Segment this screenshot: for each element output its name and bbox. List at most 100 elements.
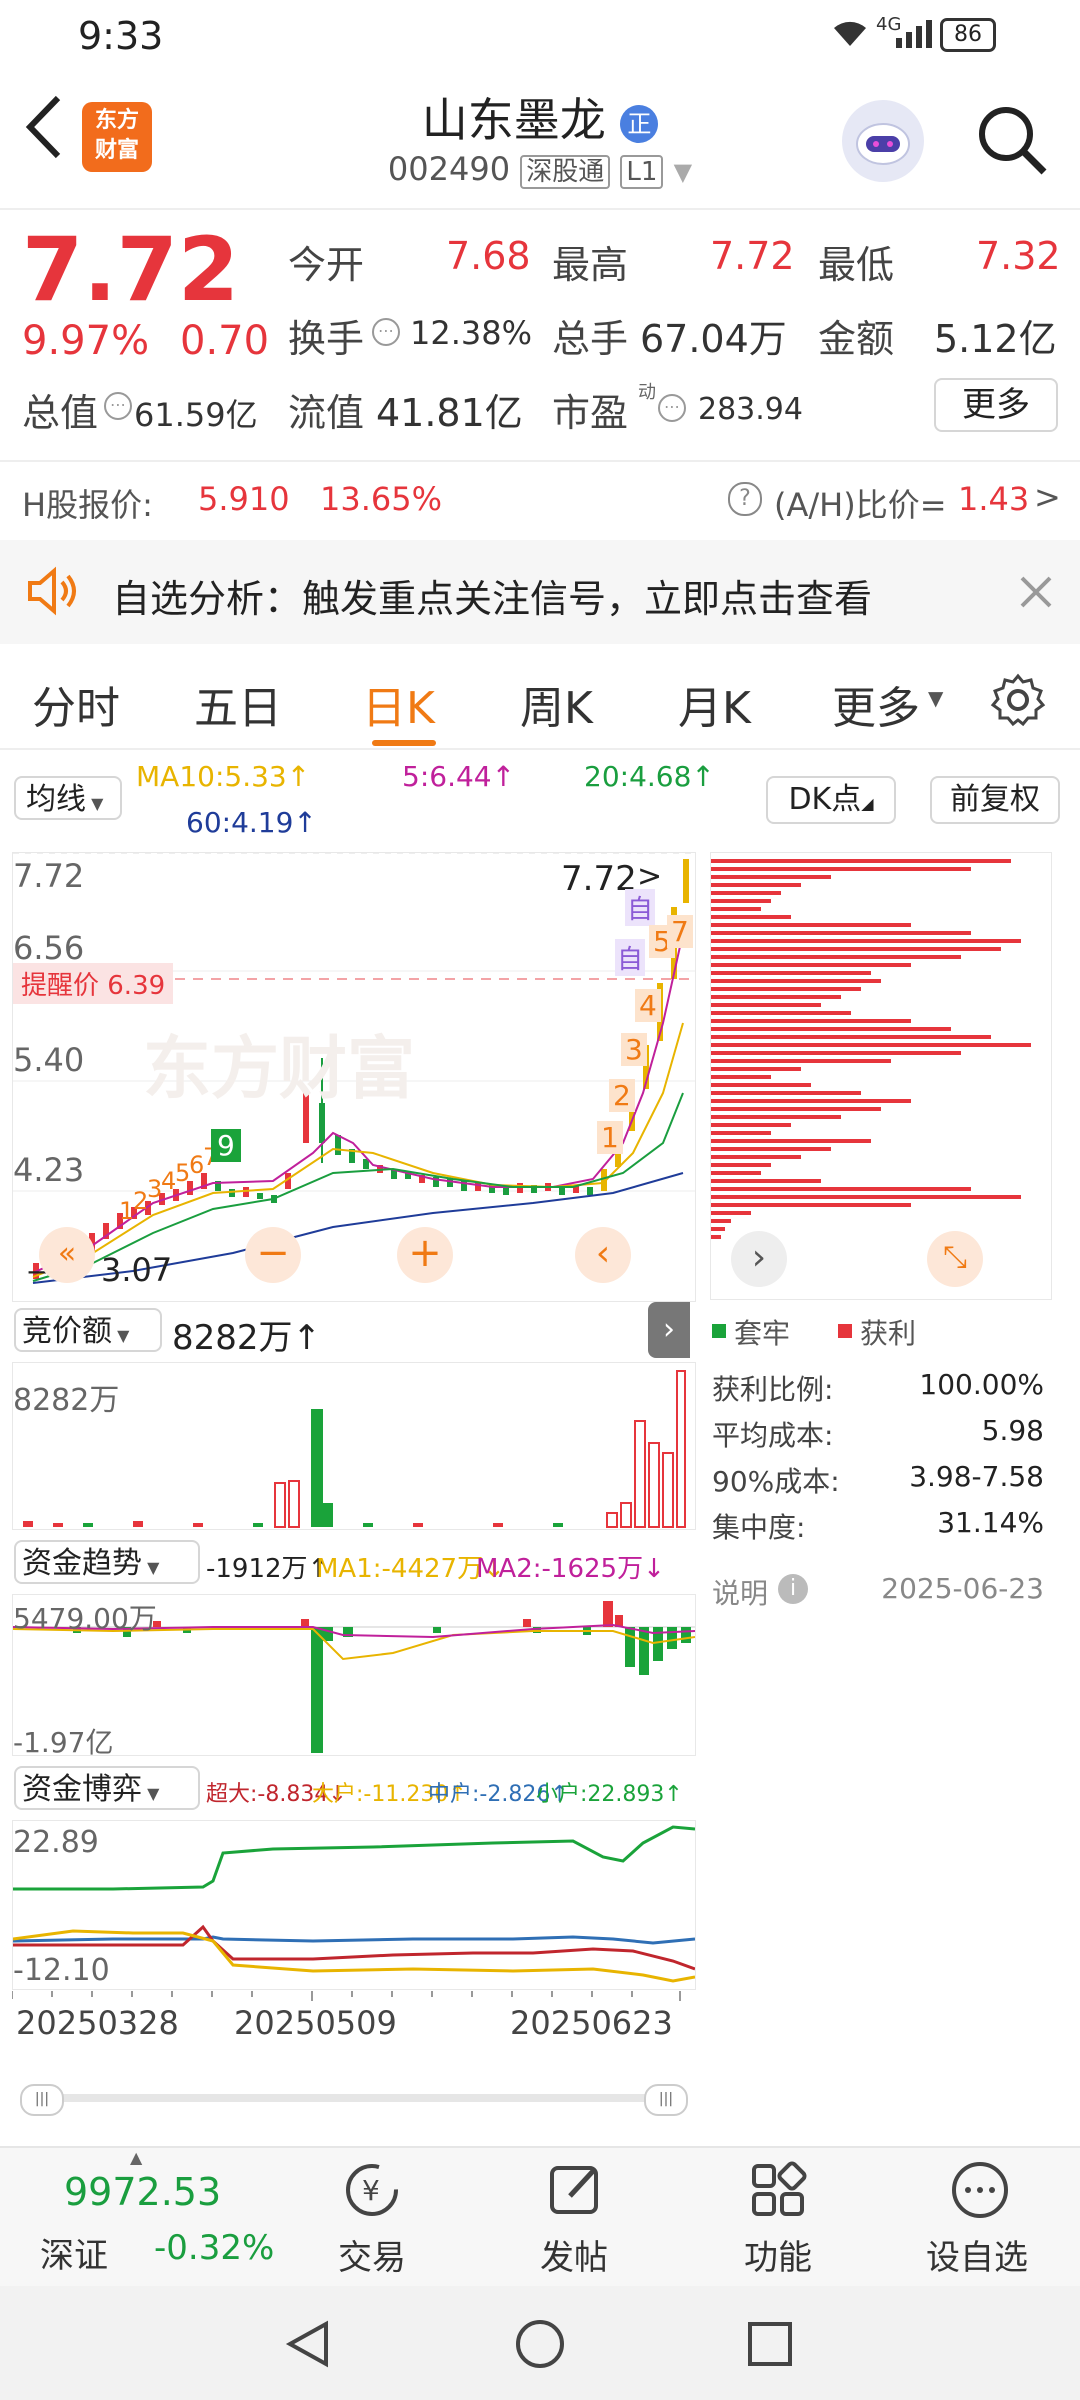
fund-game-chart[interactable]: 22.89 -12.10 xyxy=(12,1820,696,1990)
fund-trend-chart[interactable]: 5479.00万 -1.97亿 xyxy=(12,1594,696,1759)
chip-value-2: 3.98-7.58 xyxy=(909,1460,1044,1493)
nav-back-icon[interactable] xyxy=(282,2318,334,2374)
seq-mark-5: 5 xyxy=(175,1159,191,1187)
zoom-in-button[interactable]: + xyxy=(397,1227,453,1283)
bottom-toolbar: ▲ 9972.53 深证 -0.32% ¥ 交易 发帖 功能 设自选 xyxy=(0,2146,1080,2286)
pe-label: 市盈 xyxy=(552,391,629,435)
fund-trend-selector[interactable]: 资金趋势 ▼ xyxy=(14,1540,200,1584)
ma60-legend: 60:4.19↑ xyxy=(186,806,317,839)
zoom-out-button[interactable]: − xyxy=(245,1227,301,1283)
assistant-robot-icon[interactable] xyxy=(842,100,924,182)
tab-five-day[interactable]: 五日 xyxy=(194,672,282,736)
seq-mark-4: 4 xyxy=(161,1167,177,1195)
svg-text:¥: ¥ xyxy=(362,2174,380,2207)
ma-selector[interactable]: 均线 ▼ xyxy=(14,776,122,820)
auction-selector[interactable]: 竞价额 ▼ xyxy=(14,1308,162,1352)
ma-selector-label: 均线 xyxy=(26,782,86,817)
y-label-top: 7.72 xyxy=(13,857,85,895)
chip-label-1: 平均成本: xyxy=(712,1419,834,1452)
auction-chart[interactable]: 8282万 xyxy=(12,1362,696,1530)
fund-trend-selector-label: 资金趋势 xyxy=(22,1546,142,1581)
hshare-row[interactable]: H股报价: 5.910 13.65% ? (A/H)比价= 1.43 > xyxy=(0,460,1080,538)
volume-label: 总手 xyxy=(552,317,629,361)
fund-game-lines xyxy=(12,1825,696,1983)
tab-monthly-k[interactable]: 月K xyxy=(678,672,751,736)
fund-game-selector[interactable]: 资金博弈 ▼ xyxy=(14,1766,200,1810)
nav-home-icon[interactable] xyxy=(514,2318,566,2374)
expand-icon[interactable]: ⤡ xyxy=(927,1231,983,1287)
trapped-swatch xyxy=(712,1324,726,1338)
add-watchlist-label[interactable]: 设自选 xyxy=(926,2230,1028,2279)
tab-daily-k[interactable]: 日K xyxy=(362,672,435,736)
range-handle-right[interactable]: ||| xyxy=(644,2084,688,2116)
chip-label-2: 90%成本: xyxy=(712,1465,840,1498)
chip-distribution[interactable]: › ⤡ xyxy=(710,852,1052,1300)
info-icon[interactable]: ⋯ xyxy=(104,392,132,420)
function-label[interactable]: 功能 xyxy=(744,2230,812,2279)
dk-point-button[interactable]: DK点◢ xyxy=(766,776,896,824)
ma10-legend: MA10:5.33↑ xyxy=(136,760,311,793)
float-value: 41.81亿 xyxy=(376,391,523,435)
chip-note[interactable]: 说明 xyxy=(712,1572,768,1612)
alert-price-tag[interactable]: 提醒价 6.39 xyxy=(13,963,174,1004)
dk-label: DK点 xyxy=(788,782,862,817)
adjust-button[interactable]: 前复权 xyxy=(930,776,1060,824)
ma-row: 均线 ▼ MA10:5.33↑ 5:6.44↑ 20:4.68↑ 60:4.19… xyxy=(0,750,1080,850)
scroll-left-button[interactable]: ‹ xyxy=(575,1227,631,1283)
nav-recents-icon[interactable] xyxy=(744,2318,796,2374)
hshare-pct: 13.65% xyxy=(320,480,443,518)
trade-icon[interactable]: ¥ xyxy=(340,2158,404,2226)
fund-game-selector-label: 资金博弈 xyxy=(22,1772,142,1807)
amount-label: 金额 xyxy=(818,317,895,361)
pe-info-icon[interactable]: ⋯ xyxy=(658,394,686,422)
post-label[interactable]: 发帖 xyxy=(540,2230,608,2279)
function-icon[interactable] xyxy=(746,2158,810,2226)
watermark: 东方财富 xyxy=(143,1030,416,1109)
signal-marker-4: 4 xyxy=(635,989,661,1022)
tab-more[interactable]: 更多 xyxy=(832,672,920,736)
fund-game-axis-bottom: -12.10 xyxy=(13,1953,110,1988)
battery-icon: 86 xyxy=(940,18,996,52)
more-button[interactable]: 更多 xyxy=(934,378,1058,432)
mid-line xyxy=(12,1935,696,1945)
trapped-legend: 套牢 xyxy=(734,1317,791,1350)
quote-panel: 7.72 9.97% 0.70 总值 ⋯ 61.59亿 今开 7.68 最高 7… xyxy=(0,210,1080,450)
index-value[interactable]: 9972.53 xyxy=(64,2170,221,2214)
turnover-info-icon[interactable]: ⋯ xyxy=(372,318,400,346)
collapse-arrow-button[interactable]: › xyxy=(648,1302,690,1358)
chip-label-0: 获利比例: xyxy=(712,1373,834,1406)
first-page-button[interactable]: « xyxy=(39,1227,95,1283)
auction-selector-label: 竞价额 xyxy=(22,1314,112,1349)
fund-trend-value: -1912万↑ xyxy=(206,1554,330,1584)
info-circle-icon[interactable]: i xyxy=(778,1574,808,1604)
verified-badge: 正 xyxy=(620,104,659,143)
close-icon[interactable] xyxy=(1016,572,1056,616)
self-tag-2: 自 xyxy=(615,939,646,976)
help-icon[interactable]: ? xyxy=(728,482,762,516)
high-label: 最高 xyxy=(552,243,629,287)
mktcap-label: 总值 xyxy=(22,391,99,435)
status-bar: 9:33 4G 86 xyxy=(0,0,1080,72)
trade-label[interactable]: 交易 xyxy=(338,2230,406,2279)
kline-chart[interactable]: 7.72 6.56 5.40 4.23 提醒价 6.39 东方财富 7.72 >… xyxy=(12,852,696,1302)
tab-active-underline xyxy=(372,740,436,746)
date-label-mid: 20250509 xyxy=(234,2004,397,2042)
notice-bar[interactable]: 自选分析：触发重点关注信号，立即点击查看 xyxy=(0,540,1080,644)
chip-stats: 套牢 获利 获利比例: 100.00% 平均成本: 5.98 90%成本: 3.… xyxy=(710,1306,1060,1626)
range-handle-left[interactable]: ||| xyxy=(20,2084,64,2116)
dropdown-icon[interactable]: ▼ xyxy=(674,158,692,186)
tab-weekly-k[interactable]: 周K xyxy=(520,672,593,736)
chip-next-button[interactable]: › xyxy=(731,1231,787,1287)
range-slider[interactable]: ||| ||| xyxy=(20,2084,688,2116)
tab-intraday[interactable]: 分时 xyxy=(32,672,120,736)
settings-gear-icon[interactable] xyxy=(990,672,1046,732)
open-label: 今开 xyxy=(288,243,365,287)
fund-game-small: 小户:22.893↑ xyxy=(536,1782,683,1807)
add-watchlist-icon[interactable] xyxy=(948,2158,1012,2226)
signal-marker-2: 2 xyxy=(609,1079,635,1112)
amount-value: 5.12亿 xyxy=(934,317,1057,361)
mktcap-value: 61.59亿 xyxy=(134,396,258,434)
tab-more-caret-icon: ▼ xyxy=(928,686,944,710)
post-icon[interactable] xyxy=(544,2158,608,2226)
search-icon[interactable] xyxy=(974,102,1050,182)
